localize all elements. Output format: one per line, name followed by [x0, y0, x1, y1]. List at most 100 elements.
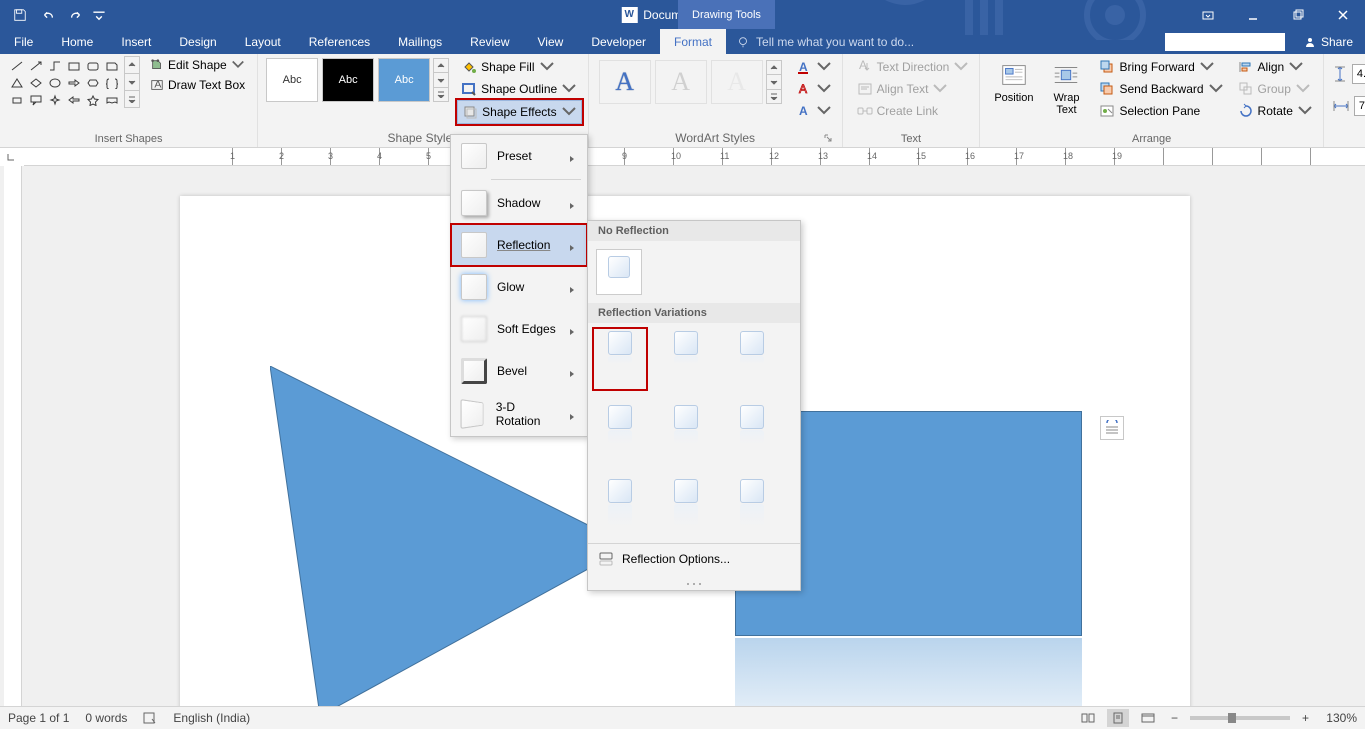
- shapes-gallery[interactable]: [6, 56, 123, 110]
- reflection-var-8[interactable]: [662, 479, 710, 535]
- tab-mailings[interactable]: Mailings: [384, 29, 456, 54]
- language-status[interactable]: English (India): [173, 711, 250, 725]
- effects-preset[interactable]: Preset: [451, 135, 587, 177]
- create-link-button[interactable]: Create Link: [853, 100, 974, 122]
- shape-line-arrow[interactable]: [27, 58, 45, 74]
- rotate-button[interactable]: Rotate: [1234, 100, 1317, 122]
- shape-outline-button[interactable]: Shape Outline: [457, 78, 582, 100]
- tab-references[interactable]: References: [295, 29, 384, 54]
- horizontal-ruler[interactable]: 12345678910111213141516171819: [24, 148, 1365, 166]
- shape-diamond[interactable]: [27, 75, 45, 91]
- reflection-var-2[interactable]: [662, 331, 710, 387]
- shape-flowchart[interactable]: [8, 92, 26, 108]
- text-fill-button[interactable]: A: [792, 56, 836, 78]
- wrap-text-button[interactable]: Wrap Text: [1043, 56, 1089, 120]
- reflection-options-button[interactable]: Reflection Options...: [588, 543, 800, 574]
- redo-button[interactable]: [64, 3, 88, 27]
- wordart-gallery-more[interactable]: [766, 60, 782, 104]
- selection-pane-button[interactable]: Selection Pane: [1095, 100, 1227, 122]
- shape-brace[interactable]: [103, 75, 121, 91]
- wordart-thumb-3[interactable]: A: [711, 60, 763, 104]
- shape-star5[interactable]: [84, 92, 102, 108]
- shape-arrow[interactable]: [65, 75, 83, 91]
- zoom-level[interactable]: 130%: [1321, 711, 1357, 725]
- wordart-thumb-1[interactable]: A: [599, 60, 651, 104]
- shape-style-gallery[interactable]: Abc Abc Abc: [264, 56, 451, 104]
- tell-me-search[interactable]: Tell me what you want to do...: [726, 29, 1165, 54]
- tab-insert[interactable]: Insert: [107, 29, 165, 54]
- proofing-icon[interactable]: [143, 711, 157, 725]
- page-status[interactable]: Page 1 of 1: [8, 711, 69, 725]
- gallery-down[interactable]: [767, 75, 781, 89]
- shape-line[interactable]: [8, 58, 26, 74]
- tab-developer[interactable]: Developer: [577, 29, 660, 54]
- tab-review[interactable]: Review: [456, 29, 523, 54]
- undo-button[interactable]: [36, 3, 60, 27]
- effects-soft-edges[interactable]: Soft Edges: [451, 308, 587, 350]
- gallery-up[interactable]: [767, 61, 781, 75]
- shape-hexagon[interactable]: [84, 75, 102, 91]
- gallery-up[interactable]: [125, 57, 139, 74]
- share-button[interactable]: Share: [1291, 29, 1365, 54]
- style-gallery-more[interactable]: [433, 58, 449, 102]
- gallery-expand[interactable]: [434, 88, 448, 101]
- group-button[interactable]: Group: [1234, 78, 1317, 100]
- read-mode-button[interactable]: [1077, 709, 1099, 727]
- shape-snip-rect[interactable]: [103, 58, 121, 74]
- shape-triangle[interactable]: [8, 75, 26, 91]
- style-thumb-3[interactable]: Abc: [378, 58, 430, 102]
- effects-bevel[interactable]: Bevel: [451, 350, 587, 392]
- web-layout-button[interactable]: [1137, 709, 1159, 727]
- position-button[interactable]: Position: [986, 56, 1041, 108]
- close-button[interactable]: [1320, 0, 1365, 29]
- style-thumb-2[interactable]: Abc: [322, 58, 374, 102]
- text-outline-button[interactable]: A: [792, 78, 836, 100]
- reflection-var-9[interactable]: [728, 479, 776, 535]
- tab-format[interactable]: Format: [660, 29, 726, 54]
- qat-customize[interactable]: [92, 3, 106, 27]
- shape-rect[interactable]: [65, 58, 83, 74]
- dialog-launcher[interactable]: [822, 132, 834, 144]
- reflection-var-6[interactable]: [728, 405, 776, 461]
- zoom-in-button[interactable]: +: [1298, 711, 1313, 725]
- reflection-var-4[interactable]: [596, 405, 644, 461]
- search-box[interactable]: [1165, 33, 1285, 51]
- tab-view[interactable]: View: [524, 29, 578, 54]
- wordart-gallery[interactable]: A A A: [595, 56, 786, 108]
- shape-banner[interactable]: [103, 92, 121, 108]
- print-layout-button[interactable]: [1107, 709, 1129, 727]
- text-effects-button[interactable]: A: [792, 100, 836, 122]
- gallery-down[interactable]: [434, 73, 448, 87]
- resize-grip[interactable]: [588, 574, 800, 590]
- gallery-up[interactable]: [434, 59, 448, 73]
- effects-shadow[interactable]: Shadow: [451, 182, 587, 224]
- shape-fill-button[interactable]: Shape Fill: [457, 56, 582, 78]
- gallery-expand[interactable]: [125, 91, 139, 107]
- zoom-slider[interactable]: [1190, 716, 1290, 720]
- effects-3d-rotation[interactable]: 3-D Rotation: [451, 392, 587, 436]
- reflection-var-5[interactable]: [662, 405, 710, 461]
- no-reflection-option[interactable]: [596, 249, 642, 295]
- shapes-gallery-more[interactable]: [124, 56, 140, 108]
- tab-selector[interactable]: [6, 152, 16, 162]
- effects-glow[interactable]: Glow: [451, 266, 587, 308]
- tab-design[interactable]: Design: [165, 29, 230, 54]
- tab-layout[interactable]: Layout: [231, 29, 295, 54]
- tab-home[interactable]: Home: [47, 29, 107, 54]
- reflection-var-7[interactable]: [596, 479, 644, 535]
- shape-round-rect[interactable]: [84, 58, 102, 74]
- word-count[interactable]: 0 words: [85, 711, 127, 725]
- shape-star4[interactable]: [46, 92, 64, 108]
- draw-text-box-button[interactable]: A Draw Text Box: [144, 76, 251, 94]
- shape-effects-button[interactable]: Shape Effects: [457, 100, 582, 124]
- minimize-button[interactable]: [1230, 0, 1275, 29]
- wordart-thumb-2[interactable]: A: [655, 60, 707, 104]
- reflection-var-3[interactable]: [728, 331, 776, 387]
- text-direction-button[interactable]: AText Direction: [853, 56, 974, 78]
- reflection-var-1[interactable]: [596, 331, 644, 387]
- height-input[interactable]: [1352, 64, 1365, 84]
- effects-reflection[interactable]: Reflection: [450, 223, 588, 267]
- maximize-button[interactable]: [1275, 0, 1320, 29]
- style-thumb-1[interactable]: Abc: [266, 58, 318, 102]
- shape-arrow-left[interactable]: [65, 92, 83, 108]
